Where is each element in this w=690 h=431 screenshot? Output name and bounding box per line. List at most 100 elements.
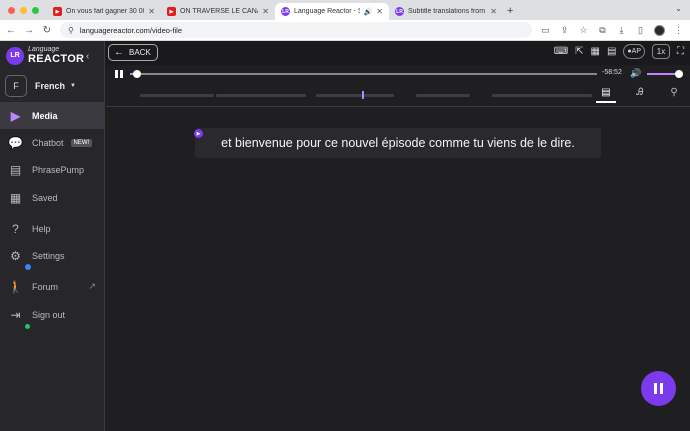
floating-pause-button[interactable] [641,371,676,406]
forward-arrow-icon[interactable]: → [24,25,34,36]
sidebar-item-phrasepump[interactable]: ▤ PhrasePump [0,156,104,183]
language-selector[interactable]: F French ▼ [5,75,76,97]
tab-title: Language Reactor - Setti [294,8,360,15]
browser-tabstrip: ▶ On vous fait gagner 30 000€ ✕ ▶ ON TRA… [0,0,690,20]
tab-subtitles-icon[interactable]: ▤ [596,87,616,103]
volume-icon[interactable]: 🔊 [630,68,641,79]
close-tab-icon[interactable]: ✕ [262,7,269,16]
saved-icon: ▦ [9,190,22,205]
tab-title: ON TRAVERSE LE CANADA ! [180,8,258,15]
language-reactor-app: LR Language REACTOR ‹ F French ▼ ▶ Media… [0,41,690,431]
language-name: French [35,81,66,91]
download-icon[interactable]: ⤓ [616,25,627,36]
sidebar: LR Language REACTOR ‹ F French ▼ ▶ Media… [0,41,105,431]
layout-icon[interactable]: ▦ [591,46,600,57]
close-window-button[interactable] [8,7,15,14]
seek-bar[interactable] [130,70,597,78]
notification-dot [25,264,31,270]
browser-menu-icon[interactable]: ⋮ [673,25,684,36]
sidebar-item-sign-out[interactable]: ⇥ Sign out [0,301,104,329]
extensions-icon[interactable]: ⧉ [597,25,608,36]
sidebar-item-saved[interactable]: ▦ Saved [0,184,104,211]
back-button[interactable]: ← BACK [108,44,158,61]
fullscreen-icon[interactable]: ⛶ [677,46,684,57]
subtitle-segment[interactable] [140,94,214,97]
subtitle-line[interactable]: et bienvenue pour ce nouvel épisode comm… [195,128,601,158]
current-position-marker [362,91,364,99]
youtube-icon: ▶ [167,7,176,16]
tab-search-icon[interactable]: ⚲ [664,87,684,103]
sidebar-item-media[interactable]: ▶ Media [0,102,104,129]
url-text: languagereactor.com/video-file [79,25,183,35]
youtube-icon: ▶ [53,7,62,16]
minimize-window-button[interactable] [20,7,27,14]
back-arrow-icon: ← [114,47,124,58]
back-arrow-icon[interactable]: ← [6,25,16,36]
view-options-icon[interactable]: ▤ [607,46,616,57]
sign-out-icon: ⇥ [8,307,30,329]
player-controls: -58:52 🔊 [106,65,690,83]
sidebar-item-label: PhrasePump [32,164,85,175]
new-badge: NEW! [70,138,93,147]
subtitle-segment[interactable] [316,94,394,97]
url-field[interactable]: ⚲ languagereactor.com/video-file [60,22,532,38]
subtitle-timeline: ▤ Ꭿ ⚲ [106,83,690,107]
sidebar-item-settings[interactable]: ⚙ Settings [0,242,104,270]
chat-icon: 💬 [8,135,23,150]
browser-tab-active[interactable]: LR Language Reactor - Setti 🔊 ✕ [275,3,389,20]
browser-tab[interactable]: LR Subtitle translations from eng ✕ [389,3,503,20]
pause-button[interactable] [115,70,123,78]
tab-title: Subtitle translations from eng [408,8,486,15]
play-icon: ▶ [10,108,21,123]
sidebar-item-label: Help [32,223,51,234]
sidebar-item-help[interactable]: ? Help [0,215,104,242]
sidebar-item-label: Forum [32,281,59,292]
volume-handle[interactable] [675,70,683,78]
main-panel: ← BACK ⌨ ⇱ ▦ ▤ ● AP 1x ⛶ -58:52 🔊 ▤ Ꭿ ⚲ … [106,41,690,431]
brand[interactable]: LR Language REACTOR [6,46,84,65]
volume-slider[interactable] [647,70,683,78]
help-icon: ? [12,221,19,236]
subtitle-segment[interactable] [492,94,592,97]
share-icon[interactable]: ⇪ [559,25,570,36]
keyboard-icon[interactable]: ⌨ [554,46,568,57]
tab-translate-icon[interactable]: Ꭿ [630,87,650,103]
sidebar-item-chatbot[interactable]: 💬 Chatbot NEW! [0,129,104,156]
maximize-window-button[interactable] [32,7,39,14]
online-dot [25,324,30,329]
chevron-down-icon: ▼ [70,83,76,89]
toolbar-actions: ⌨ ⇱ ▦ ▤ ● AP 1x ⛶ [554,44,684,59]
close-tab-icon[interactable]: ✕ [490,7,497,16]
panel-tabs: ▤ Ꭿ ⚲ [596,87,684,103]
new-tab-button[interactable]: + [503,5,519,20]
profile-avatar[interactable] [654,24,665,36]
sidebar-item-label: Settings [32,250,65,261]
bookmark-star-icon[interactable]: ☆ [578,25,589,36]
sidebar-item-forum[interactable]: 🚶 Forum ↗ [0,273,104,300]
play-line-icon[interactable]: ▶ [194,129,203,138]
autopause-button[interactable]: ● AP [623,44,645,59]
subtitle-segment[interactable] [416,94,470,97]
side-panel-icon[interactable]: ▯ [635,25,646,36]
close-tab-icon[interactable]: ✕ [376,7,383,16]
reload-icon[interactable]: ↻ [42,25,52,36]
browser-tab[interactable]: ▶ ON TRAVERSE LE CANADA ! ✕ [161,3,275,20]
site-info-icon[interactable]: ⚲ [68,26,74,35]
collapse-sidebar-icon[interactable]: ‹ [86,51,89,62]
window-controls [0,7,47,20]
address-bar: ← → ↻ ⚲ languagereactor.com/video-file ▭… [0,20,690,41]
phrasepump-icon: ▤ [9,162,22,177]
playback-speed-button[interactable]: 1x [652,44,670,59]
tab-search-icon[interactable]: ⌄ [675,4,682,13]
sidebar-item-label: Media [32,110,58,121]
logo: LR [6,46,24,65]
speaker-icon[interactable]: 🔊 [364,8,373,16]
subtitle-segment[interactable] [216,94,306,97]
cast-icon[interactable]: ▭ [540,25,551,36]
close-tab-icon[interactable]: ✕ [148,7,155,16]
seek-bar-handle[interactable] [132,70,141,78]
back-label: BACK [129,48,151,57]
browser-tab[interactable]: ▶ On vous fait gagner 30 000€ ✕ [47,3,161,20]
open-external-icon[interactable]: ⇱ [575,46,583,57]
sidebar-item-label: Chatbot [32,137,64,148]
